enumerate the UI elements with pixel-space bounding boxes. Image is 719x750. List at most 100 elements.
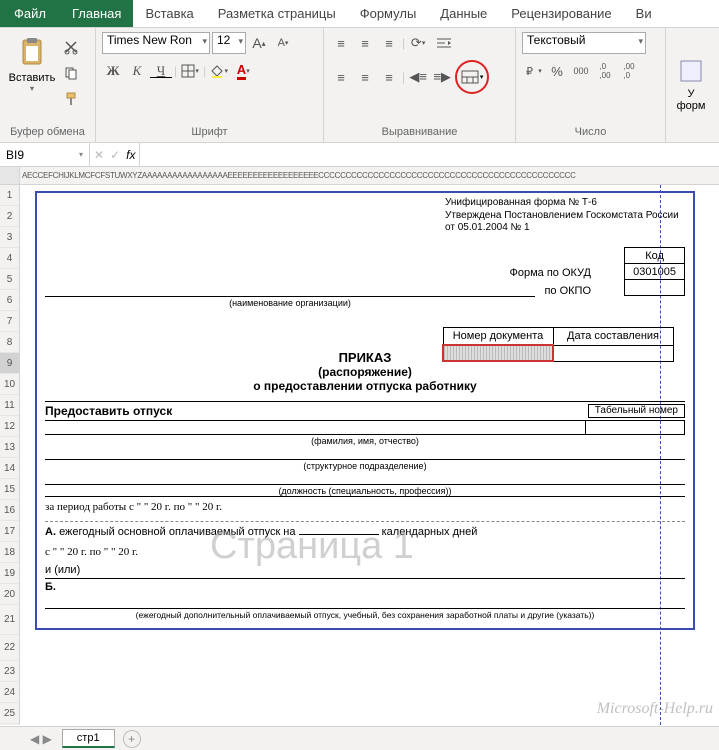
- shrink-font-button[interactable]: A▾: [272, 32, 294, 54]
- decrease-indent-button[interactable]: ◀≡: [407, 66, 429, 88]
- percent-format-button[interactable]: %: [546, 60, 568, 82]
- cond-format-cut[interactable]: У форм: [677, 57, 706, 112]
- format-painter-button[interactable]: [60, 88, 82, 110]
- row-header[interactable]: 4: [0, 248, 19, 269]
- grow-font-button[interactable]: A▴: [248, 32, 270, 54]
- align-top-button[interactable]: ≡: [330, 32, 352, 54]
- tab-review[interactable]: Рецензирование: [499, 0, 623, 27]
- okpo-value[interactable]: [625, 280, 685, 296]
- tab-page-layout[interactable]: Разметка страницы: [206, 0, 348, 27]
- align-left-button[interactable]: ≡: [330, 66, 352, 88]
- row-headers[interactable]: 1 2 3 4 5 6 7 8 9 10 11 12 13 14 15 16 1…: [0, 185, 20, 725]
- tab-insert[interactable]: Вставка: [133, 0, 205, 27]
- italic-button[interactable]: К: [126, 60, 148, 82]
- employee-line[interactable]: [45, 421, 585, 435]
- tab-data[interactable]: Данные: [428, 0, 499, 27]
- cut-button[interactable]: [60, 36, 82, 58]
- row-header[interactable]: 17: [0, 521, 19, 542]
- number-format-select[interactable]: Текстовый: [522, 32, 646, 54]
- column-header-letters[interactable]: AECCEFCHIJKLMCFCFSTUWXYZAAAAAAAAAAAAAAAA…: [20, 167, 719, 184]
- copy-button[interactable]: [60, 62, 82, 84]
- ribbon: Вставить ▾ Буфер обмена Times New Ron 12…: [0, 28, 719, 143]
- comma-format-button[interactable]: 000: [570, 60, 592, 82]
- increase-decimal-button[interactable]: ,0,00: [594, 60, 616, 82]
- kod-header: Код: [625, 248, 685, 264]
- sheet-tabs: ◀ ▶ стр1 +: [0, 726, 719, 750]
- row-header[interactable]: 15: [0, 479, 19, 500]
- row-header[interactable]: 18: [0, 542, 19, 563]
- row-header-active[interactable]: 9: [0, 353, 19, 374]
- paste-button[interactable]: Вставить ▾: [6, 34, 58, 95]
- sheet-nav-icon[interactable]: ◀ ▶: [30, 732, 52, 746]
- align-middle-button[interactable]: ≡: [354, 32, 376, 54]
- enter-icon[interactable]: ✓: [110, 148, 120, 162]
- row-header[interactable]: 20: [0, 584, 19, 605]
- sheet-tab-active[interactable]: стр1: [62, 729, 115, 748]
- align-right-button[interactable]: ≡: [378, 66, 400, 88]
- tab-view-cut[interactable]: Ви: [624, 0, 664, 27]
- okud-value[interactable]: 0301005: [625, 264, 685, 280]
- font-name-select[interactable]: Times New Ron: [102, 32, 210, 54]
- section-b: Б.: [45, 578, 685, 595]
- row-header[interactable]: 2: [0, 206, 19, 227]
- fill-color-button[interactable]: ▾: [208, 60, 230, 82]
- select-all-triangle[interactable]: [0, 167, 20, 184]
- row-header[interactable]: 24: [0, 682, 19, 703]
- align-bottom-button[interactable]: ≡: [378, 32, 400, 54]
- row-header[interactable]: 6: [0, 290, 19, 311]
- vacation-dates[interactable]: с " " 20 г. по " " 20 г.: [45, 542, 685, 562]
- font-color-button[interactable]: A▾: [232, 60, 254, 82]
- borders-button[interactable]: ▾: [179, 60, 201, 82]
- dept-caption: (структурное подразделение): [45, 461, 685, 471]
- tab-file[interactable]: Файл: [0, 0, 60, 27]
- wrap-text-button[interactable]: [431, 32, 457, 54]
- dept-line[interactable]: [45, 446, 685, 460]
- tab-home[interactable]: Главная: [60, 0, 133, 27]
- font-size-select[interactable]: 12: [212, 32, 246, 54]
- org-name-line[interactable]: [45, 283, 535, 297]
- docnum-table: Номер документа Дата составления: [442, 327, 674, 362]
- alignment-group-label: Выравнивание: [328, 124, 511, 140]
- row-header[interactable]: 14: [0, 458, 19, 479]
- cancel-icon[interactable]: ✕: [94, 148, 104, 162]
- extra-line[interactable]: [45, 595, 685, 609]
- row-header[interactable]: 1: [0, 185, 19, 206]
- row-header[interactable]: 21: [0, 605, 19, 635]
- position-line[interactable]: [45, 471, 685, 485]
- add-sheet-button[interactable]: +: [123, 730, 141, 748]
- row-header[interactable]: 23: [0, 661, 19, 682]
- tab-formulas[interactable]: Формулы: [348, 0, 429, 27]
- column-headers[interactable]: AECCEFCHIJKLMCFCFSTUWXYZAAAAAAAAAAAAAAAA…: [0, 167, 719, 185]
- docdate-cell[interactable]: [553, 345, 673, 361]
- row-header[interactable]: 8: [0, 332, 19, 353]
- okud-label: Форма по ОКУД: [510, 267, 592, 279]
- accounting-format-button[interactable]: ₽▾: [522, 60, 544, 82]
- extra-caption: (ежегодный дополнительный оплачиваемый о…: [45, 610, 685, 620]
- row-header[interactable]: 11: [0, 395, 19, 416]
- document-page: Унифицированная форма № Т-6 Утверждена П…: [35, 191, 695, 630]
- align-center-button[interactable]: ≡: [354, 66, 376, 88]
- row-header[interactable]: 7: [0, 311, 19, 332]
- row-header[interactable]: 25: [0, 703, 19, 724]
- row-header[interactable]: 5: [0, 269, 19, 290]
- orientation-button[interactable]: ⟳▾: [407, 32, 429, 54]
- formula-input[interactable]: [140, 143, 719, 166]
- row-header[interactable]: 13: [0, 437, 19, 458]
- row-header[interactable]: 19: [0, 563, 19, 584]
- docnum-cell-selected[interactable]: [443, 345, 553, 361]
- worksheet-grid[interactable]: Унифицированная форма № Т-6 Утверждена П…: [20, 185, 719, 725]
- row-header[interactable]: 12: [0, 416, 19, 437]
- decrease-decimal-button[interactable]: ,00,0: [618, 60, 640, 82]
- work-period[interactable]: за период работы с " " 20 г. по " " 20 г…: [45, 496, 685, 517]
- row-header[interactable]: 3: [0, 227, 19, 248]
- row-header[interactable]: 10: [0, 374, 19, 395]
- row-header[interactable]: 16: [0, 500, 19, 521]
- underline-button[interactable]: Ч: [150, 64, 172, 78]
- tabnum-cell[interactable]: [585, 421, 685, 435]
- merge-cells-button[interactable]: ▾: [455, 60, 489, 94]
- increase-indent-button[interactable]: ≡▶: [431, 66, 453, 88]
- row-header[interactable]: 22: [0, 635, 19, 661]
- name-box[interactable]: BI9: [0, 143, 90, 166]
- bold-button[interactable]: Ж: [102, 60, 124, 82]
- fx-icon[interactable]: fx: [126, 148, 135, 162]
